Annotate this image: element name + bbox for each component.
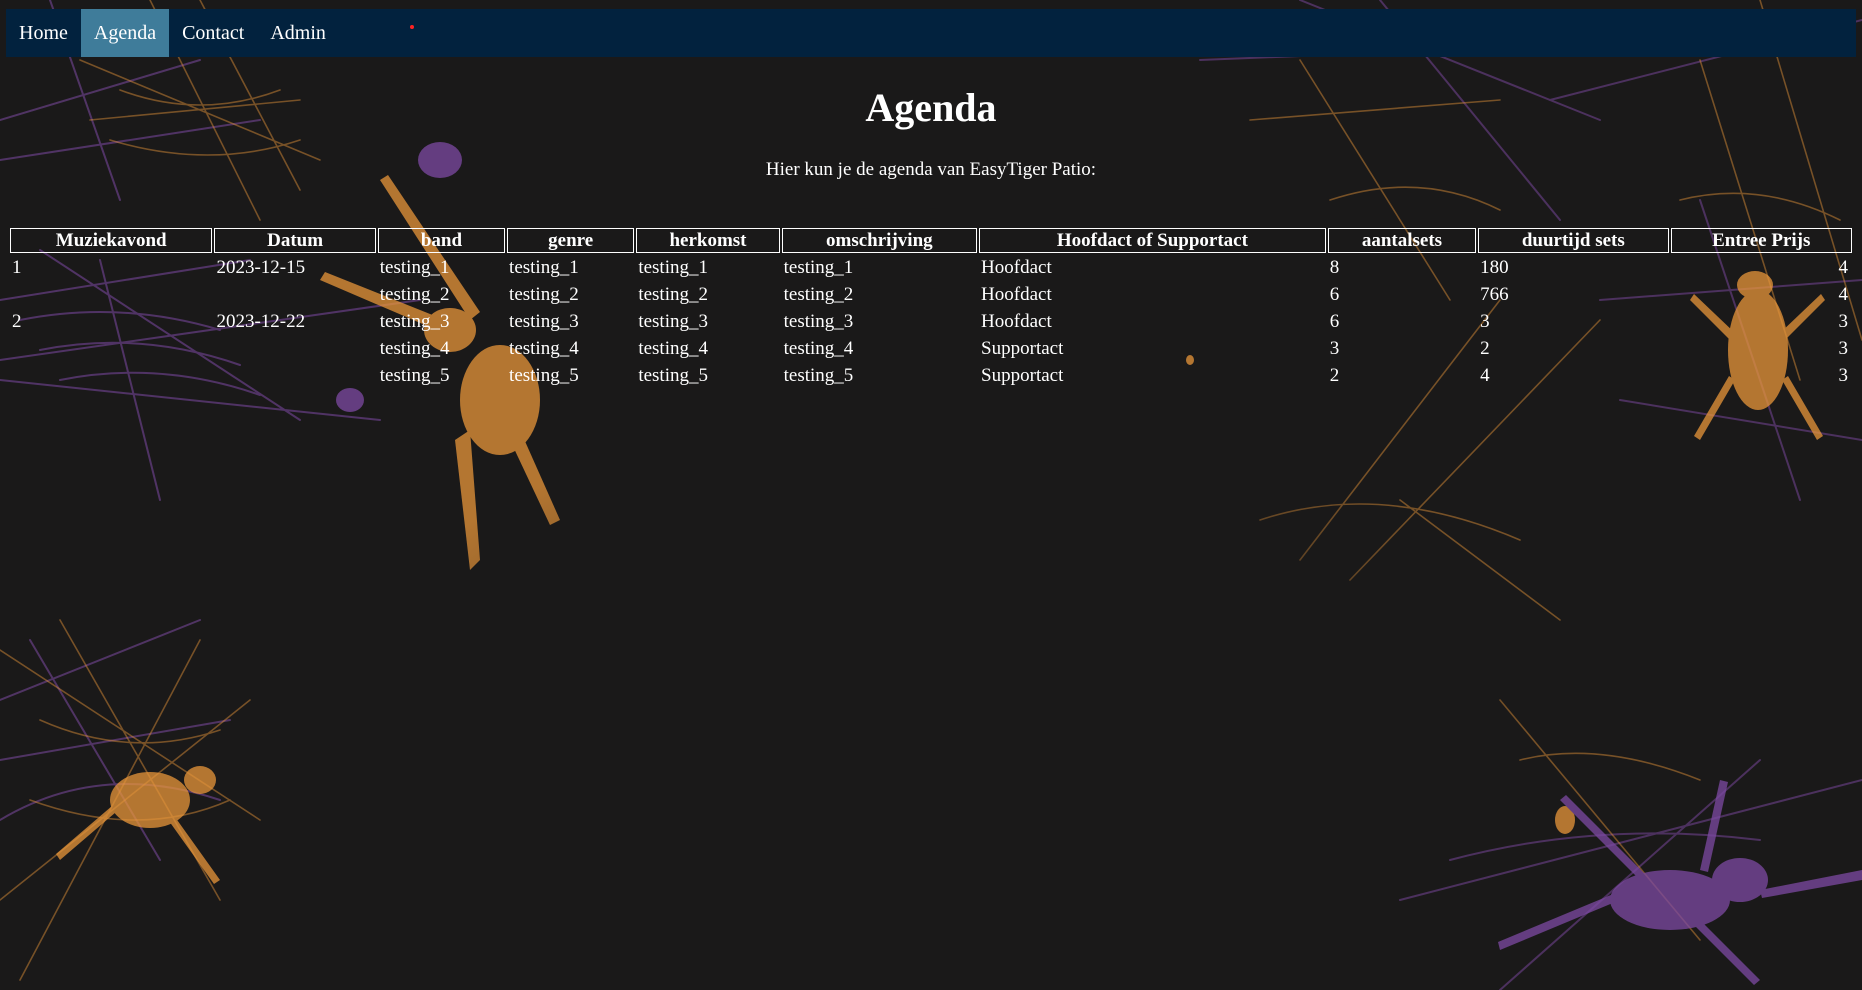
spider-web-background (0, 0, 1862, 990)
page-title: Agenda (865, 85, 997, 130)
page-intro: Hier kun je de agenda van EasyTiger Pati… (765, 159, 1097, 180)
table-header-row: Muziekavond Datum band genre herkomst om… (10, 228, 1852, 253)
column-header-band: band (377, 228, 506, 253)
table-row: testing_4 testing_4 testing_4 testing_4 … (10, 336, 1852, 361)
top-navbar: Home Agenda Contact Admin (6, 9, 1856, 57)
cell-prijs: 3 (1838, 338, 1849, 359)
table-row: testing_5 testing_5 testing_5 testing_5 … (10, 363, 1852, 388)
cell-aantalsets: 8 (1329, 257, 1340, 278)
cell-aantalsets: 2 (1329, 365, 1340, 386)
cell-prijs: 4 (1838, 257, 1849, 278)
cell-muziekavond (10, 363, 212, 388)
cell-omschrijving: testing_1 (783, 257, 854, 278)
nav-item-contact[interactable]: Contact (169, 9, 257, 57)
cell-band: testing_1 (379, 257, 450, 278)
column-header-datum: Datum (214, 228, 376, 253)
cell-duurtijd: 3 (1480, 311, 1490, 332)
cell-act-type: Hoofdact (981, 284, 1052, 305)
cell-aantalsets: 6 (1329, 284, 1340, 305)
red-dot-icon (410, 25, 414, 29)
column-header-omschrijving: omschrijving (781, 228, 978, 253)
cell-genre: testing_3 (509, 311, 579, 332)
cell-band: testing_4 (379, 338, 450, 359)
nav-item-agenda[interactable]: Agenda (80, 9, 170, 57)
cell-muziekavond (10, 336, 212, 361)
cell-aantalsets: 6 (1329, 311, 1340, 332)
cell-omschrijving: testing_3 (783, 311, 854, 332)
cell-datum: 2023-12-22 (216, 311, 306, 332)
column-header-herkomst: herkomst (636, 228, 780, 253)
cell-genre: testing_2 (509, 284, 579, 305)
nav-list: Home Agenda Contact Admin (6, 9, 1856, 57)
cell-herkomst: testing_4 (638, 338, 708, 359)
cell-genre: testing_4 (509, 338, 579, 359)
page: Home Agenda Contact Admin Agenda Hier ku… (0, 0, 1862, 990)
cell-omschrijving: testing_5 (783, 365, 854, 386)
cell-act-type: Hoofdact (981, 311, 1052, 332)
cell-muziekavond: 1 (12, 257, 22, 278)
cell-herkomst: testing_2 (638, 284, 708, 305)
nav-item-home[interactable]: Home (6, 9, 81, 57)
column-header-genre: genre (507, 228, 635, 253)
cell-act-type: Supportact (981, 365, 1064, 386)
cell-prijs: 3 (1838, 311, 1849, 332)
table-row: 2 2023-12-22 testing_3 testing_3 testing… (10, 309, 1852, 334)
cell-herkomst: testing_1 (638, 257, 708, 278)
cell-muziekavond (10, 282, 212, 307)
table-row: testing_2 testing_2 testing_2 testing_2 … (10, 282, 1852, 307)
cell-herkomst: testing_5 (638, 365, 708, 386)
column-header-muziekavond: Muziekavond (10, 228, 213, 253)
cell-duurtijd: 766 (1480, 284, 1509, 305)
cell-datum (214, 363, 375, 388)
cell-aantalsets: 3 (1329, 338, 1340, 359)
cell-datum (214, 282, 375, 307)
cell-genre: testing_1 (509, 257, 579, 278)
table-row: 1 2023-12-15 testing_1 testing_1 testing… (10, 255, 1852, 280)
cell-duurtijd: 2 (1480, 338, 1490, 359)
cell-genre: testing_5 (509, 365, 579, 386)
cell-act-type: Hoofdact (981, 257, 1052, 278)
column-header-entree-prijs: Entree Prijs (1670, 228, 1852, 253)
column-header-act-type: Hoofdact of Supportact (979, 228, 1326, 253)
cell-band: testing_5 (379, 365, 450, 386)
cell-act-type: Supportact (981, 338, 1064, 359)
cell-herkomst: testing_3 (638, 311, 708, 332)
cell-muziekavond: 2 (12, 311, 22, 332)
cell-omschrijving: testing_2 (783, 284, 854, 305)
column-header-aantalsets: aantalsets (1327, 228, 1477, 253)
cell-duurtijd: 4 (1480, 365, 1490, 386)
column-header-duurtijd-sets: duurtijd sets (1478, 228, 1669, 253)
cell-duurtijd: 180 (1480, 257, 1509, 278)
cell-band: testing_2 (379, 284, 450, 305)
cell-datum: 2023-12-15 (216, 257, 306, 278)
cell-omschrijving: testing_4 (783, 338, 854, 359)
nav-item-admin[interactable]: Admin (257, 9, 339, 57)
cell-band: testing_3 (379, 311, 450, 332)
cell-prijs: 3 (1838, 365, 1849, 386)
agenda-table: Muziekavond Datum band genre herkomst om… (8, 226, 1854, 390)
cell-prijs: 4 (1838, 284, 1849, 305)
cell-datum (214, 336, 375, 361)
